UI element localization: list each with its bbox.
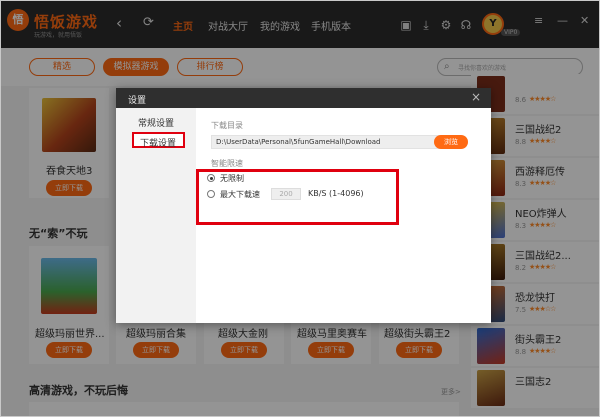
- highlight-box: [196, 169, 399, 225]
- menu-download-settings[interactable]: 下载设置: [132, 132, 185, 149]
- dialog-title: 设置: [128, 96, 147, 106]
- speed-limit-label: 智能限速: [211, 159, 243, 168]
- settings-dialog: 设置 × 常规设置 下载设置 下载目录 D:\UserData\Personal…: [116, 88, 491, 323]
- settings-menu: 常规设置 下载设置: [116, 108, 196, 323]
- download-dir-field[interactable]: D:\UserData\Personal\5funGameHall\Downlo…: [211, 135, 451, 149]
- app-window: 悟 悟饭游戏 玩游戏，就用悟饭 ‹ ⟳ 主页 对战大厅 我的游戏 手机版本 ▣ …: [0, 0, 600, 417]
- download-dir-label: 下载目录: [211, 121, 243, 130]
- menu-general-settings[interactable]: 常规设置: [138, 116, 174, 129]
- dialog-close-icon[interactable]: ×: [471, 91, 481, 103]
- dialog-header: 设置 ×: [116, 88, 491, 108]
- browse-button[interactable]: 浏览: [434, 135, 468, 149]
